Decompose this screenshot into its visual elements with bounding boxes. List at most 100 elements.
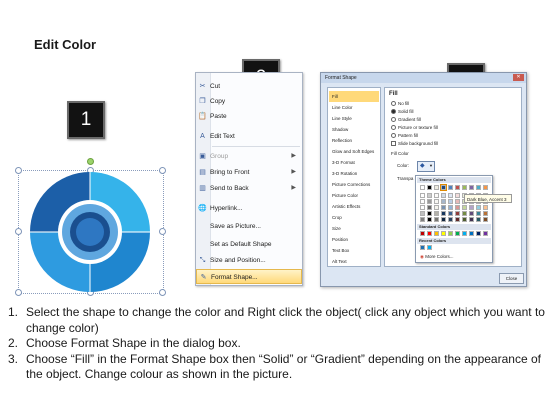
theme-color-swatch[interactable] [441, 199, 446, 204]
menu-item-format-shape[interactable]: ✎ Format Shape... [196, 269, 302, 284]
category-line-style[interactable]: Line Style [329, 113, 379, 124]
option-gradient-fill[interactable]: Gradient fill [391, 117, 421, 123]
option-no-fill[interactable]: No fill [391, 101, 409, 107]
menu-item-save-as-picture[interactable]: Save as Picture... [196, 219, 302, 234]
category-size[interactable]: Size [329, 223, 379, 234]
standard-color-swatch[interactable] [434, 231, 439, 236]
standard-color-swatch[interactable] [476, 231, 481, 236]
theme-color-swatch[interactable] [483, 205, 488, 210]
theme-color-swatch[interactable] [448, 199, 453, 204]
donut-puzzle-shape[interactable] [30, 172, 150, 292]
theme-color-swatch[interactable] [469, 211, 474, 216]
menu-item-cut[interactable]: ✂ Cut [196, 79, 302, 94]
theme-color-swatch[interactable] [469, 217, 474, 222]
theme-color-swatch[interactable] [448, 205, 453, 210]
theme-color-swatch[interactable] [420, 199, 425, 204]
standard-color-swatch[interactable] [448, 231, 453, 236]
theme-color-swatch[interactable] [420, 193, 425, 198]
category-fill[interactable]: Fill [329, 91, 379, 102]
option-solid-fill[interactable]: Solid fill [391, 109, 414, 115]
theme-color-swatch[interactable] [476, 211, 481, 216]
menu-item-hyperlink[interactable]: 🌐 Hyperlink... [196, 201, 302, 216]
theme-color-swatch[interactable] [469, 185, 474, 190]
theme-color-swatch[interactable] [420, 185, 425, 190]
resize-handle-br[interactable] [159, 289, 166, 296]
theme-color-swatch[interactable] [440, 184, 447, 191]
resize-handle-tr[interactable] [159, 167, 166, 174]
close-button[interactable]: Close [499, 273, 524, 284]
theme-color-swatch[interactable] [448, 193, 453, 198]
theme-color-swatch[interactable] [448, 217, 453, 222]
recent-color-swatch[interactable] [420, 245, 425, 250]
standard-color-swatch[interactable] [441, 231, 446, 236]
category-artistic-effects[interactable]: Artistic Effects [329, 201, 379, 212]
color-picker-button[interactable]: ◆ ▼ [417, 161, 435, 172]
resize-handle-mr[interactable] [159, 228, 166, 235]
theme-color-swatch[interactable] [441, 205, 446, 210]
menu-item-send-to-back[interactable]: ▥ Send to Back ▶ [196, 181, 302, 196]
theme-color-swatch[interactable] [448, 185, 453, 190]
theme-color-swatch[interactable] [434, 193, 439, 198]
category-3d-rotation[interactable]: 3-D Rotation [329, 168, 379, 179]
menu-item-paste[interactable]: 📋 Paste [196, 109, 302, 124]
standard-color-swatch[interactable] [427, 231, 432, 236]
theme-color-swatch[interactable] [420, 211, 425, 216]
recent-color-swatch[interactable] [427, 245, 432, 250]
option-pattern-fill[interactable]: Pattern fill [391, 133, 418, 139]
category-reflection[interactable]: Reflection [329, 135, 379, 146]
theme-color-swatch[interactable] [434, 211, 439, 216]
theme-color-swatch[interactable] [434, 205, 439, 210]
theme-color-swatch[interactable] [420, 217, 425, 222]
category-position[interactable]: Position [329, 234, 379, 245]
menu-item-edit-text[interactable]: A Edit Text [196, 129, 302, 144]
category-text-box[interactable]: Text Box [329, 245, 379, 256]
menu-item-set-default-shape[interactable]: Set as Default Shape [196, 237, 302, 252]
category-alt-text[interactable]: Alt Text [329, 256, 379, 267]
theme-color-swatch[interactable] [462, 205, 467, 210]
theme-color-swatch[interactable] [455, 211, 460, 216]
theme-color-swatch[interactable] [427, 205, 432, 210]
menu-item-size-and-position[interactable]: ⤡ Size and Position... [196, 253, 302, 268]
theme-color-swatch[interactable] [427, 211, 432, 216]
theme-color-swatch[interactable] [434, 185, 439, 190]
resize-handle-tl[interactable] [15, 167, 22, 174]
theme-color-swatch[interactable] [476, 185, 481, 190]
resize-handle-bl[interactable] [15, 289, 22, 296]
theme-color-swatch[interactable] [483, 211, 488, 216]
theme-color-swatch[interactable] [455, 205, 460, 210]
theme-color-swatch[interactable] [427, 193, 432, 198]
category-picture-corrections[interactable]: Picture Corrections [329, 179, 379, 190]
theme-color-swatch[interactable] [455, 199, 460, 204]
theme-color-swatch[interactable] [455, 217, 460, 222]
category-3d-format[interactable]: 3-D Format [329, 157, 379, 168]
menu-item-group[interactable]: ▣ Group ▶ [196, 149, 302, 164]
standard-color-swatch[interactable] [483, 231, 488, 236]
menu-item-bring-to-front[interactable]: ▤ Bring to Front ▶ [196, 165, 302, 180]
theme-color-swatch[interactable] [476, 217, 481, 222]
close-icon[interactable]: ✕ [513, 74, 524, 81]
standard-color-swatch[interactable] [455, 231, 460, 236]
category-line-color[interactable]: Line Color [329, 102, 379, 113]
theme-color-swatch[interactable] [448, 211, 453, 216]
category-glow[interactable]: Glow and Soft Edges [329, 146, 379, 157]
category-crop[interactable]: Crop [329, 212, 379, 223]
theme-color-swatch[interactable] [455, 193, 460, 198]
theme-color-swatch[interactable] [420, 205, 425, 210]
rotation-handle[interactable] [87, 158, 94, 165]
theme-color-swatch[interactable] [441, 217, 446, 222]
menu-item-copy[interactable]: ❐ Copy [196, 94, 302, 109]
standard-color-swatch[interactable] [420, 231, 425, 236]
resize-handle-ml[interactable] [15, 228, 22, 235]
theme-color-swatch[interactable] [462, 217, 467, 222]
standard-color-swatch[interactable] [469, 231, 474, 236]
theme-color-swatch[interactable] [455, 185, 460, 190]
theme-color-swatch[interactable] [483, 185, 488, 190]
theme-color-swatch[interactable] [483, 217, 488, 222]
category-shadow[interactable]: Shadow [329, 124, 379, 135]
theme-color-swatch[interactable] [427, 199, 432, 204]
option-slide-background-fill[interactable]: Slide background fill [391, 141, 438, 147]
theme-color-swatch[interactable] [469, 205, 474, 210]
theme-color-swatch[interactable] [434, 217, 439, 222]
theme-color-swatch[interactable] [462, 185, 467, 190]
standard-color-swatch[interactable] [462, 231, 467, 236]
